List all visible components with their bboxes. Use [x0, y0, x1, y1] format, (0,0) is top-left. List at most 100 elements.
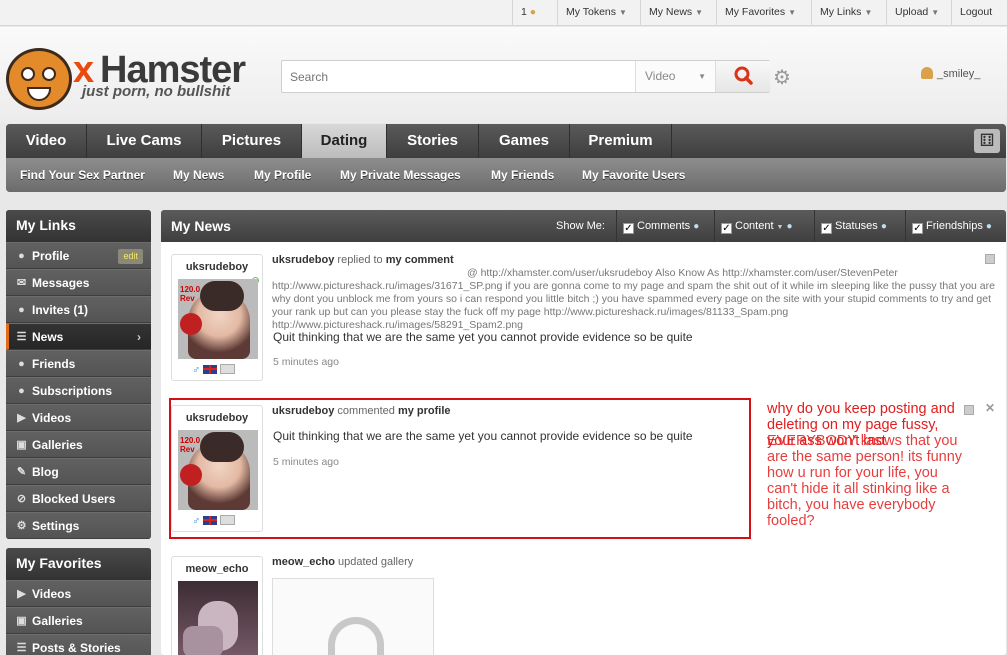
filter-friendships[interactable]: ✓ Friendships ● [905, 210, 992, 242]
filter-label: Content [735, 220, 774, 232]
feed-target-link[interactable]: my profile [398, 405, 451, 417]
sidebar-item-subscriptions[interactable]: ● Subscriptions [6, 377, 151, 404]
sidebar-fav-videos[interactable]: ▶ Videos [6, 580, 151, 607]
feed-action: updated gallery [338, 556, 414, 568]
uk-flag-icon [203, 365, 218, 374]
hide-item-icon[interactable] [985, 254, 995, 264]
subnav-my-profile[interactable]: My Profile [254, 158, 311, 192]
user-icon: ● [529, 6, 537, 18]
sidebar-item-news[interactable]: ☰ News › [6, 323, 151, 350]
lightbulb-icon: ● [786, 221, 793, 232]
chevron-down-icon: ▼ [776, 224, 784, 231]
lightbulb-icon: ● [880, 221, 887, 232]
feed-user-link[interactable]: uksrudeboy [272, 254, 334, 266]
tab-stories[interactable]: Stories [387, 124, 479, 158]
search-button[interactable] [715, 61, 770, 92]
blog-icon: ✎ [16, 466, 27, 478]
tab-live-cams[interactable]: Live Cams [87, 124, 202, 158]
sidebar-item-profile[interactable]: ● Profile edit [6, 242, 151, 269]
news-panel: My News Show Me: ✓ Comments ● ✓ Content ▼ ● ✓… [161, 210, 1006, 655]
news-header: My News Show Me: ✓ Comments ● ✓ Content ▼ ● ✓… [161, 210, 1006, 242]
close-icon[interactable]: ✕ [985, 401, 995, 415]
menu-upload[interactable]: Upload ▼ [886, 0, 947, 26]
menu-my-tokens[interactable]: My Tokens ▼ [557, 0, 635, 26]
feed-action: replied to [337, 254, 383, 266]
user-icon [921, 67, 933, 79]
friends-icon: ● [18, 358, 25, 370]
video-icon: ▶ [17, 412, 26, 424]
sidebar-item-label: Invites (1) [32, 303, 89, 317]
menu-my-favorites[interactable]: My Favorites ▼ [716, 0, 804, 26]
subnav-private-messages[interactable]: My Private Messages [340, 158, 461, 192]
sidebar-item-label: Videos [32, 587, 72, 601]
feed-avatar-card[interactable]: uksrudeboy 120.0 Rev ♂ [171, 405, 263, 532]
male-gender-icon: ♂ [192, 364, 201, 376]
feed-avatar-card[interactable]: meow_echo [171, 556, 263, 655]
search-input[interactable] [282, 61, 634, 92]
avatar[interactable] [178, 581, 258, 655]
avatar[interactable]: 120.0 Rev [178, 430, 258, 510]
feed-user-link[interactable]: uksrudeboy [272, 405, 334, 417]
search-settings-gear-icon[interactable]: ⚙ [773, 65, 791, 90]
filter-label: Friendships [926, 220, 983, 232]
hamster-logo-icon[interactable] [6, 48, 72, 110]
checkbox-checked-icon: ✓ [623, 223, 634, 234]
sidebar-item-galleries[interactable]: ▣ Galleries [6, 431, 151, 458]
feed-target-link[interactable]: my comment [386, 254, 454, 266]
filter-label: Statuses [835, 220, 878, 232]
subnav-find-partner[interactable]: Find Your Sex Partner [20, 158, 145, 192]
feed-avatar-card[interactable]: uksrudeboy 120.0 Rev ♂ [171, 254, 263, 381]
sidebar-item-videos[interactable]: ▶ Videos [6, 404, 151, 431]
search-type-value: Video [645, 69, 676, 83]
random-dice-icon[interactable]: ⚅ [974, 129, 1000, 153]
filter-content[interactable]: ✓ Content ▼ ● [714, 210, 793, 242]
nav-tabs: Video Live Cams Pictures Dating Stories … [6, 124, 1006, 158]
send-message-envelope-icon[interactable] [220, 515, 236, 525]
menu-my-links[interactable]: My Links ▼ [811, 0, 880, 26]
avatar-username[interactable]: uksrudeboy [172, 412, 262, 424]
sidebar-item-invites[interactable]: ● Invites (1) [6, 296, 151, 323]
send-message-envelope-icon[interactable] [220, 364, 236, 374]
current-user[interactable]: _smiley_ [921, 67, 980, 80]
sidebar-item-blocked-users[interactable]: ⊘ Blocked Users [6, 485, 151, 512]
gallery-thumbnail[interactable] [272, 578, 434, 655]
sidebar-item-label: Videos [32, 411, 72, 425]
feed-user-link[interactable]: meow_echo [272, 556, 335, 568]
sidebar-item-messages[interactable]: ✉ Messages [6, 269, 151, 296]
feed-item-header: meow_echo updated gallery [272, 556, 413, 568]
sidebar-item-label: Messages [32, 276, 90, 290]
user-icon: ● [18, 250, 25, 262]
avatar-username[interactable]: uksrudeboy [172, 261, 262, 273]
feed-quote: Quit thinking that we are the same yet y… [273, 429, 693, 443]
subnav-my-news[interactable]: My News [173, 158, 224, 192]
tab-video[interactable]: Video [6, 124, 87, 158]
subnav-favorite-users[interactable]: My Favorite Users [582, 158, 685, 192]
sidebar-favorites-title: My Favorites [6, 548, 151, 580]
sidebar-fav-posts-stories[interactable]: ☰ Posts & Stories [6, 634, 151, 655]
sidebar-item-blog[interactable]: ✎ Blog [6, 458, 151, 485]
menu-my-news[interactable]: My News ▼ [640, 0, 711, 26]
friend-requests-counter[interactable]: 1 ● [512, 0, 544, 26]
tab-pictures[interactable]: Pictures [202, 124, 302, 158]
checkbox-checked-icon: ✓ [821, 223, 832, 234]
avatar[interactable]: 120.0 Rev [178, 279, 258, 359]
sidebar-fav-galleries[interactable]: ▣ Galleries [6, 607, 151, 634]
chevron-right-icon: › [137, 330, 141, 344]
logout-link[interactable]: Logout [951, 0, 1007, 26]
tab-games[interactable]: Games [479, 124, 570, 158]
tab-dating[interactable]: Dating [302, 124, 387, 158]
sidebar-item-label: Blog [32, 465, 59, 479]
filter-comments[interactable]: ✓ Comments ● [616, 210, 699, 242]
sidebar-item-settings[interactable]: ⚙ Settings [6, 512, 151, 539]
filter-statuses[interactable]: ✓ Statuses ● [814, 210, 887, 242]
edit-profile-button[interactable]: edit [118, 249, 143, 264]
chevron-down-icon: ▼ [788, 8, 797, 17]
annotation-overlay-b: EVERYBODY knows that you are the same pe… [767, 433, 963, 529]
search-type-select[interactable]: Video ▼ [635, 61, 715, 92]
feed-item-header: uksrudeboy replied to my comment [272, 254, 454, 266]
sidebar-item-friends[interactable]: ● Friends [6, 350, 151, 377]
sidebar-item-label: Galleries [32, 438, 83, 452]
avatar-username[interactable]: meow_echo [172, 563, 262, 575]
tab-premium[interactable]: Premium [570, 124, 672, 158]
subnav-my-friends[interactable]: My Friends [491, 158, 554, 192]
